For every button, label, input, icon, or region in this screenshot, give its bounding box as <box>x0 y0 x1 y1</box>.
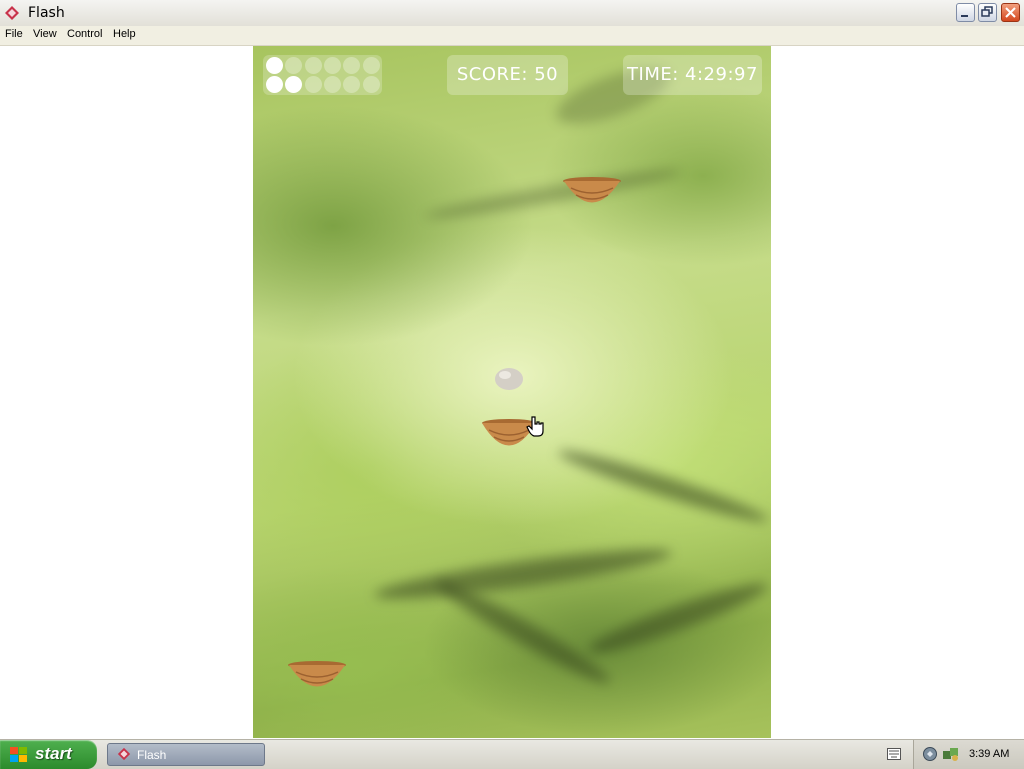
life-dot <box>266 76 283 93</box>
life-dot <box>343 57 361 74</box>
background-branch <box>430 572 616 692</box>
time-display: TIME: 4:29:97 <box>623 55 762 95</box>
egg <box>495 368 523 390</box>
hand-cursor-icon <box>526 416 544 437</box>
system-tray: 3:39 AM <box>913 740 1024 769</box>
life-dot <box>362 57 380 74</box>
menu-bar: File View Control Help <box>0 26 1024 46</box>
menu-view[interactable]: View <box>33 28 57 40</box>
start-label: start <box>35 744 72 763</box>
close-icon <box>1005 7 1016 18</box>
background-branch <box>555 442 771 530</box>
nest <box>288 661 346 687</box>
window-title: Flash <box>28 5 65 21</box>
close-button[interactable] <box>1001 3 1020 22</box>
taskbar: start Flash 3:39 AM <box>0 739 1024 769</box>
start-button[interactable]: start <box>0 740 97 769</box>
clock: 3:39 AM <box>969 748 1010 760</box>
nest <box>563 177 621 203</box>
taskbar-item-flash[interactable]: Flash <box>107 743 265 766</box>
menu-control[interactable]: Control <box>67 28 102 40</box>
network-icon[interactable] <box>922 746 938 762</box>
keyboard-icon[interactable] <box>887 748 901 760</box>
life-dot <box>323 57 341 74</box>
background-branch <box>423 163 683 225</box>
background-branch <box>372 540 674 608</box>
minimize-button[interactable] <box>956 3 975 22</box>
flash-icon <box>117 747 131 761</box>
minimize-icon <box>961 15 968 17</box>
windows-logo-icon <box>10 747 27 762</box>
life-dot <box>266 57 283 74</box>
life-dot <box>304 76 322 93</box>
life-dot <box>285 76 303 93</box>
life-dot <box>343 76 361 93</box>
life-dot <box>323 76 341 93</box>
score-display: SCORE: 50 <box>447 55 568 95</box>
restore-button[interactable] <box>978 3 997 22</box>
background-branch <box>584 574 771 662</box>
life-dot <box>362 76 380 93</box>
menu-file[interactable]: File <box>5 28 23 40</box>
lives-indicator <box>263 55 382 95</box>
taskbar-item-label: Flash <box>137 748 167 762</box>
flash-icon <box>5 6 19 20</box>
game-stage[interactable]: SCORE: 50 TIME: 4:29:97 <box>253 46 771 738</box>
security-icon[interactable] <box>942 746 960 762</box>
life-dot <box>304 57 322 74</box>
menu-help[interactable]: Help <box>113 28 136 40</box>
title-bar: Flash <box>0 0 1024 27</box>
restore-icon <box>981 6 993 17</box>
life-dot <box>285 57 303 74</box>
